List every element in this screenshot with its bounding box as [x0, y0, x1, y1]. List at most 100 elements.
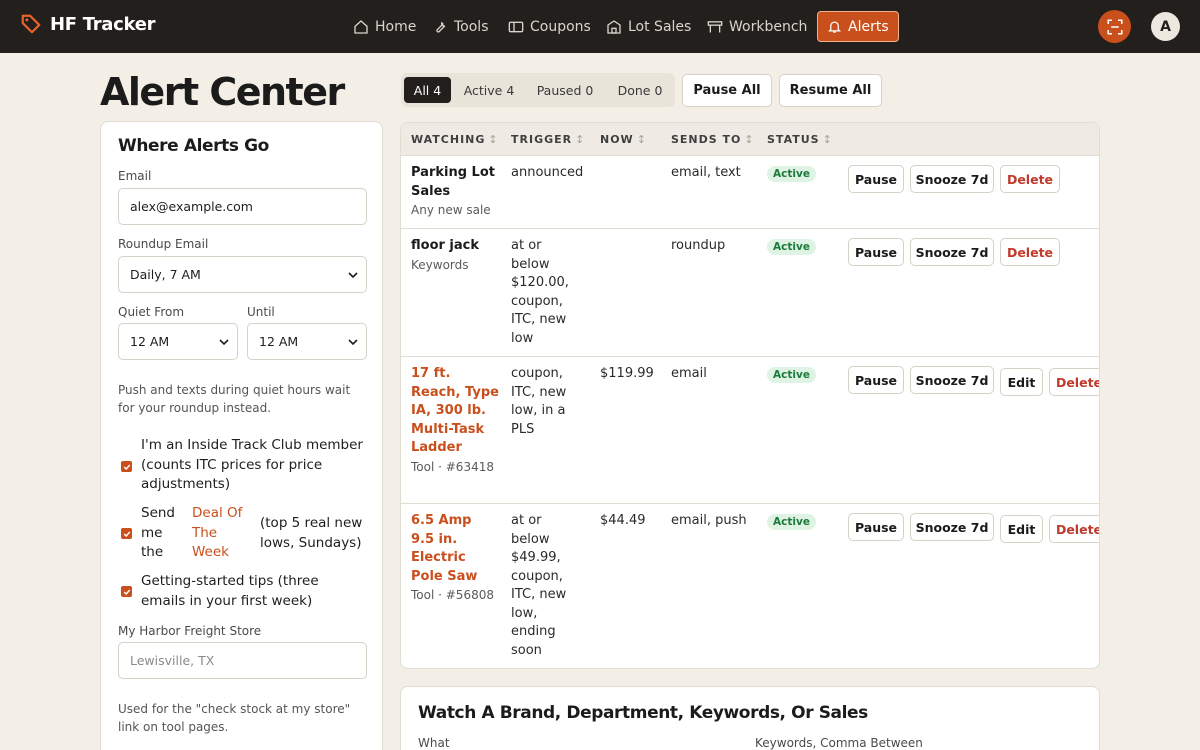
- watch-form-card: Watch A Brand, Department, Keywords, Or …: [400, 686, 1100, 750]
- email-label: Email: [118, 169, 152, 183]
- sort-icon: ↕: [575, 133, 586, 146]
- deal-suffix-label: (top 5 real new lows, Sundays): [260, 515, 363, 551]
- deal-of-week-checkbox[interactable]: [121, 528, 132, 539]
- filter-all[interactable]: All 4: [404, 77, 451, 103]
- nav-coupons-label: Coupons: [530, 18, 591, 35]
- pause-button[interactable]: Pause: [848, 165, 904, 193]
- col-now[interactable]: NOW ↕: [600, 133, 647, 146]
- nav-tools-label: Tools: [454, 18, 489, 35]
- edit-button[interactable]: Edit: [1000, 515, 1043, 543]
- watch-name-link[interactable]: 6.5 Amp 9.5 in. Electric Pole Saw: [411, 512, 499, 586]
- trigger-cell: coupon, ITC, new low, in a PLS: [511, 366, 567, 437]
- watch-name: Parking Lot Sales: [411, 165, 495, 199]
- delete-button[interactable]: Delete: [1049, 515, 1099, 543]
- scan-icon: [1107, 19, 1122, 34]
- filter-active[interactable]: Active 4: [457, 77, 521, 103]
- watch-cell: 17 ft. Reach, Type IA, 300 lb. Multi-Tas…: [411, 365, 499, 476]
- check-icon: [123, 589, 130, 595]
- watch-sub: Keywords: [411, 257, 469, 272]
- watch-cell: 6.5 Amp 9.5 in. Electric Pole Saw Tool ·…: [411, 512, 499, 605]
- quiet-hours-hint: Push and texts during quiet hours wait f…: [118, 383, 351, 415]
- nav-home-label: Home: [375, 18, 417, 35]
- resume-all-button[interactable]: Resume All: [779, 74, 882, 107]
- snooze-button[interactable]: Snooze 7d: [910, 366, 994, 394]
- itc-checkbox[interactable]: [121, 461, 132, 472]
- scan-button[interactable]: [1098, 10, 1131, 43]
- store-icon: [607, 19, 621, 34]
- pause-button[interactable]: Pause: [848, 238, 904, 266]
- quiet-from-select[interactable]: 12 AM: [118, 323, 238, 360]
- table-row: 17 ft. Reach, Type IA, 300 lb. Multi-Tas…: [401, 357, 1099, 504]
- snooze-button[interactable]: Snooze 7d: [910, 513, 994, 541]
- col-sends-to[interactable]: SENDS TO ↕: [671, 133, 755, 146]
- table-row: floor jack Keywords at or below $120.00,…: [401, 229, 1099, 357]
- watch-sub: Any new sale: [411, 203, 491, 217]
- trigger-cell: at or below $49.99, coupon, ITC, new low…: [511, 513, 567, 658]
- sort-icon: ↕: [744, 133, 755, 146]
- nav-coupons[interactable]: Coupons: [508, 11, 591, 42]
- status-filter: All 4 Active 4 Paused 0 Done 0: [401, 73, 675, 107]
- until-value: 12 AM: [259, 334, 299, 349]
- nav-lot-sales[interactable]: Lot Sales: [606, 11, 691, 42]
- snooze-button[interactable]: Snooze 7d: [910, 165, 994, 193]
- nav-alerts[interactable]: Alerts: [817, 11, 899, 42]
- keywords-label: Keywords, Comma Between: [755, 736, 923, 750]
- nav-workbench[interactable]: Workbench: [707, 11, 807, 42]
- chevron-down-icon: [219, 338, 229, 345]
- sends-to-cell: roundup: [671, 238, 726, 253]
- user-avatar[interactable]: A: [1151, 12, 1180, 41]
- store-input[interactable]: Lewisville, TX: [118, 642, 367, 679]
- delete-button[interactable]: Delete: [1000, 238, 1060, 266]
- tips-checkbox[interactable]: [121, 586, 132, 597]
- roundup-value: Daily, 7 AM: [130, 267, 201, 282]
- snooze-button[interactable]: Snooze 7d: [910, 238, 994, 266]
- now-cell: $44.49: [600, 513, 646, 528]
- col-status[interactable]: STATUS ↕: [767, 133, 833, 146]
- nav-tools[interactable]: Tools: [433, 11, 489, 42]
- check-icon: [123, 531, 130, 537]
- pause-all-button[interactable]: Pause All: [682, 74, 772, 107]
- wrench-icon: [436, 21, 446, 33]
- pause-button[interactable]: Pause: [848, 513, 904, 541]
- now-cell: $119.99: [600, 366, 654, 381]
- trigger-cell: at or below $120.00, coupon, ITC, new lo…: [511, 238, 569, 346]
- watch-name-link[interactable]: 17 ft. Reach, Type IA, 300 lb. Multi-Tas…: [411, 365, 499, 458]
- what-label: What: [418, 736, 450, 750]
- sort-icon: ↕: [488, 133, 499, 146]
- watch-cell: Parking Lot Sales Any new sale: [411, 164, 499, 220]
- pause-button[interactable]: Pause: [848, 366, 904, 394]
- status-badge: Active: [767, 166, 816, 182]
- top-navbar: HF Tracker Home Tools Coupons Lot Sales …: [0, 0, 1200, 53]
- tips-label: Getting-started tips (three emails in yo…: [141, 573, 319, 609]
- tag-icon: [21, 14, 41, 34]
- nav-lot-sales-label: Lot Sales: [628, 18, 692, 35]
- sends-to-cell: email, push: [671, 513, 747, 528]
- delete-button[interactable]: Delete: [1000, 165, 1060, 193]
- deal-send-label: Send me the: [141, 505, 176, 560]
- roundup-select[interactable]: Daily, 7 AM: [118, 256, 367, 293]
- table-header: WATCHING ↕ TRIGGER ↕ NOW ↕ SENDS TO ↕ STATUS…: [401, 123, 1099, 156]
- deal-of-week-link[interactable]: Deal Of The Week: [192, 504, 252, 563]
- edit-button[interactable]: Edit: [1000, 368, 1043, 396]
- watch-name: floor jack: [411, 238, 480, 253]
- col-watching[interactable]: WATCHING ↕: [411, 133, 499, 146]
- sort-icon: ↕: [822, 133, 833, 146]
- email-field[interactable]: alex@example.com: [118, 188, 367, 225]
- filter-paused[interactable]: Paused 0: [529, 77, 601, 103]
- brand-logo[interactable]: HF Tracker: [20, 13, 156, 35]
- filter-done[interactable]: Done 0: [608, 77, 672, 103]
- table-row: Parking Lot Sales Any new sale announced…: [401, 156, 1099, 229]
- nav-workbench-label: Workbench: [729, 18, 808, 35]
- sort-icon: ↕: [636, 133, 647, 146]
- chevron-down-icon: [348, 338, 358, 345]
- table-row: 6.5 Amp 9.5 in. Electric Pole Saw Tool ·…: [401, 504, 1099, 668]
- check-icon: [123, 464, 130, 470]
- delete-button[interactable]: Delete: [1049, 368, 1099, 396]
- watch-form-heading: Watch A Brand, Department, Keywords, Or …: [418, 703, 868, 723]
- store-label: My Harbor Freight Store: [118, 624, 262, 638]
- until-select[interactable]: 12 AM: [247, 323, 367, 360]
- alert-destinations-panel: Where Alerts Go Email alex@example.com R…: [100, 121, 383, 750]
- nav-home[interactable]: Home: [353, 11, 416, 42]
- col-trigger[interactable]: TRIGGER ↕: [511, 133, 585, 146]
- watch-sub: Tool · #63418: [411, 459, 494, 474]
